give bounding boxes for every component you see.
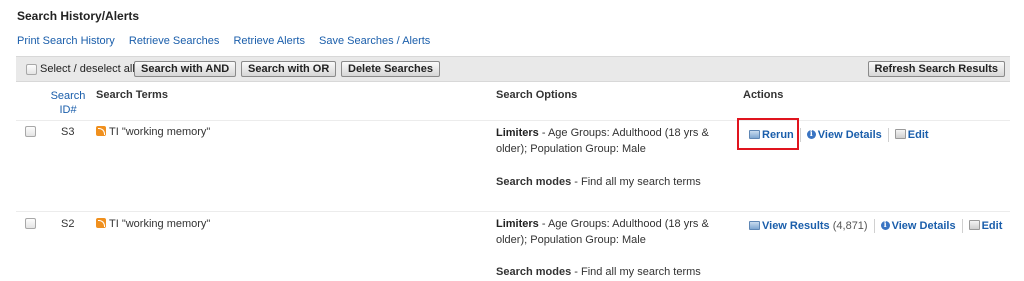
view-details-link[interactable]: View Details (806, 128, 882, 141)
limiters-label: Limiters (496, 218, 539, 230)
rss-icon[interactable] (96, 126, 106, 136)
top-links: Print Search History Retrieve Searches R… (17, 35, 441, 47)
search-with-or-button[interactable]: Search with OR (241, 61, 337, 77)
save-searches-alerts-link[interactable]: Save Searches / Alerts (319, 35, 430, 47)
limiters-label: Limiters (496, 127, 539, 139)
select-all-label: Select / deselect all (40, 63, 135, 75)
search-modes-label: Search modes (496, 266, 572, 278)
row-checkbox[interactable] (25, 126, 36, 137)
action-separator (799, 128, 801, 142)
search-modes-text: - Find all my search terms (571, 176, 701, 188)
select-all-checkbox[interactable] (26, 64, 37, 75)
edit-icon (894, 128, 906, 139)
view-details-label: View Details (817, 128, 882, 141)
print-search-history-link[interactable]: Print Search History (17, 35, 115, 47)
view-details-link[interactable]: View Details (880, 219, 956, 232)
edit-icon (968, 219, 980, 230)
search-modes-text: - Find all my search terms (571, 266, 701, 278)
view-details-label: View Details (891, 219, 956, 232)
actions-header: Actions (743, 89, 784, 101)
info-icon (806, 128, 816, 139)
edit-label: Edit (907, 128, 929, 141)
edit-link[interactable]: Edit (968, 219, 1003, 232)
search-with-and-button[interactable]: Search with AND (134, 61, 237, 77)
rss-icon[interactable] (96, 218, 106, 228)
search-id: S3 (61, 126, 75, 138)
action-separator (887, 128, 889, 142)
info-icon (880, 219, 890, 230)
edit-link[interactable]: Edit (894, 128, 929, 141)
delete-searches-button[interactable]: Delete Searches (341, 61, 440, 77)
search-term-text: TI "working memory" (109, 126, 211, 138)
search-options: Limiters - Age Groups: Adulthood (18 yrs… (496, 125, 736, 157)
row-checkbox[interactable] (25, 218, 36, 229)
retrieve-alerts-link[interactable]: Retrieve Alerts (233, 35, 305, 47)
toolbar: Select / deselect all Search with AND Se… (16, 56, 1010, 82)
action-separator (961, 219, 963, 233)
refresh-search-results-button[interactable]: Refresh Search Results (867, 61, 1005, 77)
view-results-label: View Results (762, 219, 830, 232)
rerun-highlight-box (737, 118, 799, 150)
search-terms-header: Search Terms (96, 89, 168, 101)
search-term-text: TI "working memory" (109, 218, 211, 230)
search-modes: Search modes - Find all my search terms (496, 176, 701, 188)
page-title: Search History/Alerts (17, 9, 140, 23)
row-divider (16, 211, 1010, 212)
search-term: TI "working memory" (96, 218, 210, 230)
retrieve-searches-link[interactable]: Retrieve Searches (129, 35, 220, 47)
search-modes-label: Search modes (496, 176, 572, 188)
search-options: Limiters - Age Groups: Adulthood (18 yrs… (496, 216, 736, 248)
search-id: S2 (61, 218, 75, 230)
search-term: TI "working memory" (96, 126, 210, 138)
search-modes: Search modes - Find all my search terms (496, 266, 701, 278)
search-id-header[interactable]: Search ID# (50, 89, 86, 117)
row-actions: View Results (4,871) View Details Edit (749, 219, 1002, 233)
results-count: (4,871) (832, 219, 868, 232)
results-icon (749, 220, 760, 230)
search-options-header: Search Options (496, 89, 578, 101)
action-separator (873, 219, 875, 233)
row-divider (16, 120, 1010, 121)
view-results-link[interactable]: View Results (749, 220, 830, 232)
edit-label: Edit (981, 219, 1003, 232)
